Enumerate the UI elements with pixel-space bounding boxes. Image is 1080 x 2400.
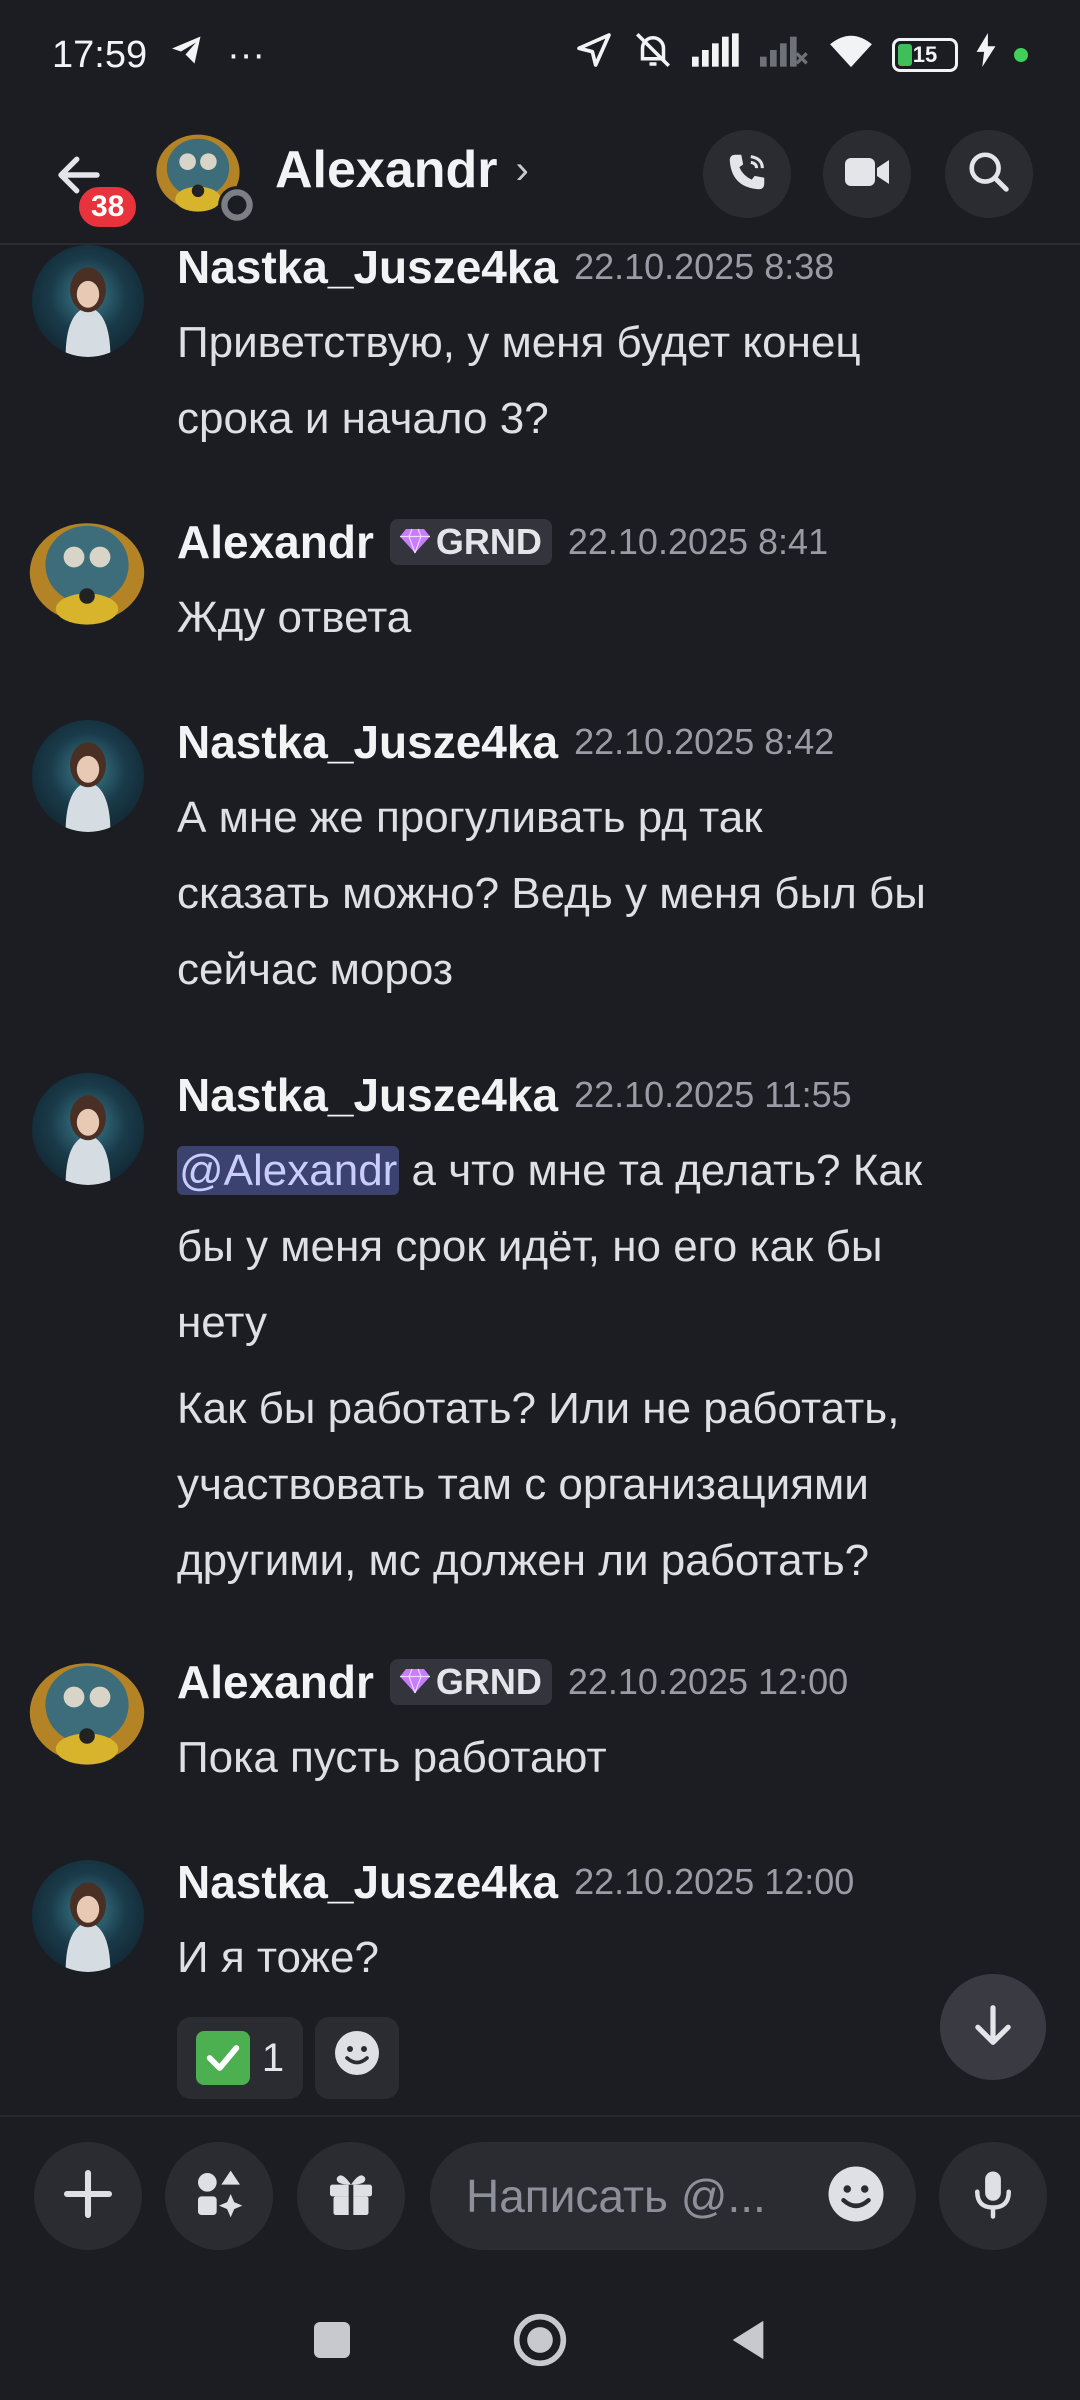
telegram-icon [169,32,205,78]
add-reaction-button[interactable] [315,2017,399,2099]
wifi-icon [828,31,874,79]
smile-icon [333,2029,381,2087]
message-text: А мне же прогуливать рд так сказать можн… [177,780,1057,1008]
call-button[interactable] [703,130,791,218]
message-line: Как бы работать? Или не работать, [177,1384,900,1433]
message-line: другими, мс должен ли работать? [177,1536,870,1585]
status-bar: 17:59 ··· 15 [0,0,1080,110]
call-icon [724,149,770,200]
message-line: И я тоже? [177,1933,379,1982]
video-icon [843,152,891,197]
timestamp: 22.10.2025 12:00 [567,1661,849,1702]
message-text: @Alexandr а что мне та делать? Как бы у … [177,1133,1057,1361]
reaction-count: 1 [261,2035,285,2080]
header-avatar[interactable] [146,118,256,224]
chat-title-text: Alexandr [275,141,498,199]
message-text: Как бы работать? Или не работать, участв… [177,1371,1057,1599]
username[interactable]: Nastka_Jusze4ka [177,1855,558,1909]
message-text: Приветствую, у меня будет конец срока и … [177,305,1057,457]
user-mention[interactable]: @Alexandr [177,1146,400,1195]
avatar[interactable] [32,245,144,357]
gift-button[interactable] [297,2142,405,2250]
username[interactable]: Nastka_Jusze4ka [177,240,558,294]
signal-2-icon [760,32,810,78]
timestamp: 22.10.2025 8:38 [574,246,835,287]
system-nav-bar [0,2285,1080,2400]
apps-button[interactable] [165,2142,273,2250]
chevron-right-icon: › [515,147,529,192]
check-mark-icon [195,2031,250,2085]
username[interactable]: Nastka_Jusze4ka [177,715,558,769]
avatar[interactable] [22,1645,152,1775]
gift-icon [323,2166,379,2227]
battery-icon: 15 [892,38,958,72]
back-nav-button[interactable] [728,2317,768,2368]
message-line: @Alexandr а что мне та делать? Как [177,1133,1057,1209]
message-line: Пока пусть работают [177,1733,607,1782]
guild-tag[interactable]: GRND [389,1659,552,1705]
apps-icon [191,2166,247,2227]
message-composer: Написать @... [0,2115,1080,2285]
message-line: сейчас мороз [177,945,454,994]
location-icon [574,30,614,80]
search-icon [966,149,1012,200]
message-text: Жду ответа [177,580,1057,656]
timestamp: 22.10.2025 8:42 [574,721,835,762]
chat-title[interactable]: Alexandr › [275,140,529,200]
recents-button[interactable] [312,2320,352,2365]
timestamp: 22.10.2025 8:41 [567,521,829,562]
arrow-down-icon [967,1999,1019,2056]
guild-tag-label: GRND [435,1661,542,1702]
guild-tag-label: GRND [435,521,542,562]
timestamp: 22.10.2025 12:00 [574,1861,855,1902]
avatar[interactable] [22,505,152,635]
message-input[interactable]: Написать @... [430,2142,916,2250]
avatar[interactable] [32,1860,144,1972]
username[interactable]: Nastka_Jusze4ka [177,1068,558,1122]
microphone-icon [966,2167,1020,2226]
message-fragment: а что мне та делать? Как [399,1146,923,1195]
emoji-icon[interactable] [826,2164,886,2229]
unread-badge: 38 [74,182,142,232]
avatar[interactable] [32,1073,144,1185]
message-line: сказать можно? Ведь у меня был бы [177,869,926,918]
privacy-dot [1014,48,1028,62]
gem-icon [399,521,430,563]
message-line: участвовать там с организациями [177,1460,869,1509]
guild-tag[interactable]: GRND [389,519,552,565]
message-line: А мне же прогуливать рд так [177,793,763,842]
message-line: Жду ответа [177,593,412,642]
gem-icon [399,1661,430,1703]
more-notifications: ··· [227,33,266,76]
message-line: нету [177,1298,267,1347]
voice-message-button[interactable] [939,2142,1047,2250]
timestamp: 22.10.2025 11:55 [574,1074,852,1115]
reaction-check[interactable]: 1 [177,2017,303,2099]
message-line: бы у меня срок идёт, но его как бы [177,1222,883,1271]
attach-button[interactable] [34,2142,142,2250]
message-text: И я тоже? [177,1920,1057,1996]
message-line: срока и начало 3? [177,394,549,443]
username[interactable]: Alexandr [177,515,374,569]
message-line: Приветствую, у меня будет конец [177,318,861,367]
search-button[interactable] [945,130,1033,218]
video-call-button[interactable] [823,130,911,218]
charging-icon [976,33,996,77]
jump-to-present-button[interactable] [940,1974,1046,2080]
signal-icon [692,32,742,78]
home-button[interactable] [512,2312,568,2373]
chat-header: 38 Alexandr › [0,110,1080,245]
plus-icon [60,2166,116,2227]
username[interactable]: Alexandr [177,1655,374,1709]
avatar[interactable] [32,720,144,832]
clock: 17:59 [52,33,148,76]
reactions-row: 1 [177,2017,399,2099]
message-text: Пока пусть работают [177,1720,1057,1796]
message-input-placeholder: Написать @... [466,2170,766,2222]
mute-icon [632,29,674,81]
